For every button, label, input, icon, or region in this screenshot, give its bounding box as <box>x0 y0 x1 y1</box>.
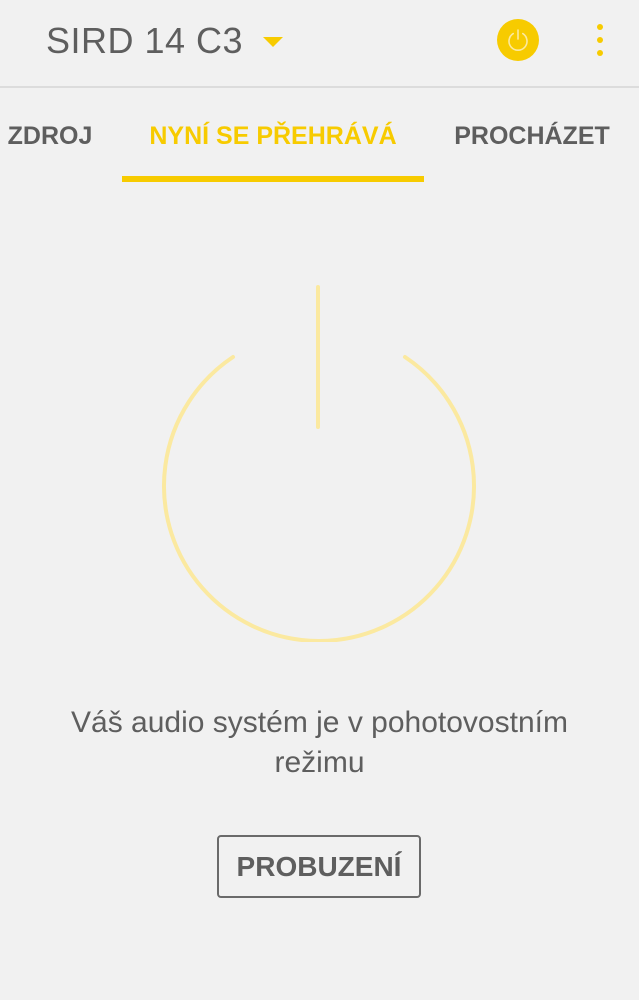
standby-power-icon <box>162 285 476 642</box>
power-icon <box>508 29 528 51</box>
power-button[interactable] <box>497 19 539 61</box>
standby-message: Váš audio systém je v pohotovostním reži… <box>0 703 639 783</box>
tab-indicator <box>122 176 424 182</box>
app-bar: SIRD 14 C3 <box>0 0 639 88</box>
chevron-down-icon <box>263 37 284 47</box>
tab-now-playing[interactable]: NYNÍ SE PŘEHRÁVÁ <box>122 90 424 182</box>
wake-button[interactable]: PROBUZENÍ <box>217 835 421 898</box>
device-name: SIRD 14 C3 <box>46 20 244 61</box>
tab-browse[interactable]: PROCHÁZET <box>440 90 624 182</box>
device-selector[interactable]: SIRD 14 C3 <box>46 18 284 64</box>
standby-message-line1: Váš audio systém je v pohotovostním <box>71 706 568 739</box>
tab-bar: ZDROJ NYNÍ SE PŘEHRÁVÁ PROCHÁZET <box>0 90 639 182</box>
more-vert-icon[interactable] <box>589 20 611 60</box>
tab-source[interactable]: ZDROJ <box>0 90 100 182</box>
standby-message-line2: režimu <box>274 746 365 779</box>
